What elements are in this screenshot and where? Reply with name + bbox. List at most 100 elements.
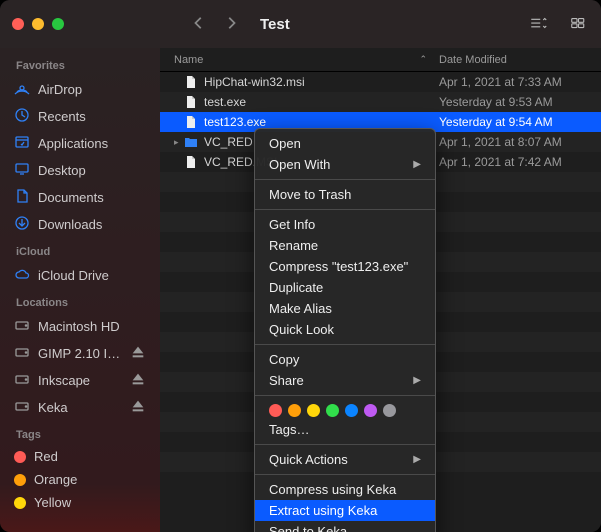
sidebar-item-desktop[interactable]: Desktop (0, 157, 160, 184)
sidebar-item-label: Recents (38, 109, 86, 124)
eject-icon[interactable] (130, 344, 146, 363)
menu-item-get-info[interactable]: Get Info (255, 214, 435, 235)
menu-item-make-alias[interactable]: Make Alias (255, 298, 435, 319)
menu-item-label: Quick Actions (269, 452, 348, 467)
menu-separator (255, 474, 435, 475)
tag-color-swatch[interactable] (307, 404, 320, 417)
sidebar-item-label: Downloads (38, 217, 102, 232)
file-icon (184, 95, 198, 109)
disk-icon (14, 344, 30, 363)
sidebar-item-recents[interactable]: Recents (0, 103, 160, 130)
menu-item-label: Share (269, 373, 304, 388)
tag-dot-icon (14, 497, 26, 509)
sidebar-item-macintosh-hd[interactable]: Macintosh HD (0, 313, 160, 340)
menu-item-label: Send to Keka (269, 524, 347, 532)
column-headers: Name ⌃ Date Modified (160, 48, 601, 72)
documents-icon (14, 188, 30, 207)
airdrop-icon (14, 80, 30, 99)
menu-item-label: Open (269, 136, 301, 151)
tag-color-swatch[interactable] (383, 404, 396, 417)
file-row[interactable]: HipChat-win32.msiApr 1, 2021 at 7:33 AM (160, 72, 601, 92)
context-menu: Open Open With▶ Move to Trash Get Info Renam… (254, 128, 436, 532)
menu-item-move-to-trash[interactable]: Move to Trash (255, 184, 435, 205)
menu-item-share[interactable]: Share ▶ (255, 370, 435, 391)
forward-button[interactable] (224, 16, 238, 33)
back-button[interactable] (192, 16, 206, 33)
menu-item-label: Quick Look (269, 322, 334, 337)
file-date: Apr 1, 2021 at 7:42 AM (439, 155, 587, 169)
icloud-icon (14, 266, 30, 285)
tag-dot-icon (14, 451, 26, 463)
sidebar-item-downloads[interactable]: Downloads (0, 211, 160, 238)
sort-indicator-icon: ⌃ (419, 54, 427, 65)
menu-item-open[interactable]: Open (255, 133, 435, 154)
menu-separator (255, 395, 435, 396)
locations-label: Locations (0, 289, 160, 313)
menu-item-label: Make Alias (269, 301, 332, 316)
sidebar-item-inkscape[interactable]: Inkscape (0, 367, 160, 394)
folder-icon (184, 135, 198, 149)
file-date: Yesterday at 9:54 AM (439, 115, 587, 129)
tag-color-swatch[interactable] (364, 404, 377, 417)
window-title: Test (260, 16, 290, 33)
menu-separator (255, 444, 435, 445)
sidebar-item-label: Desktop (38, 163, 86, 178)
nav-buttons (192, 16, 238, 33)
sidebar-item-label: GIMP 2.10 I… (38, 346, 120, 361)
sidebar-item-applications[interactable]: Applications (0, 130, 160, 157)
menu-item-send-to-keka[interactable]: Send to Keka (255, 521, 435, 532)
menu-item-extract-using-keka[interactable]: Extract using Keka (255, 500, 435, 521)
eject-icon[interactable] (130, 398, 146, 417)
eject-icon[interactable] (130, 371, 146, 390)
sidebar-item-keka[interactable]: Keka (0, 394, 160, 421)
menu-item-label: Move to Trash (269, 187, 351, 202)
minimize-window-button[interactable] (32, 18, 44, 30)
titlebar: Test (0, 0, 601, 48)
sidebar-tag-red[interactable]: Red (0, 445, 160, 468)
menu-item-compress-using-keka[interactable]: Compress using Keka (255, 479, 435, 500)
sidebar-tag-orange[interactable]: Orange (0, 468, 160, 491)
menu-item-duplicate[interactable]: Duplicate (255, 277, 435, 298)
sidebar-item-airdrop[interactable]: AirDrop (0, 76, 160, 103)
menu-item-label: Tags… (269, 422, 309, 437)
tag-color-swatch[interactable] (326, 404, 339, 417)
sidebar-item-documents[interactable]: Documents (0, 184, 160, 211)
menu-separator (255, 179, 435, 180)
menu-item-quick-actions[interactable]: Quick Actions▶ (255, 449, 435, 470)
sidebar-item-label: Keka (38, 400, 68, 415)
menu-item-label: Rename (269, 238, 318, 253)
file-row[interactable]: test.exeYesterday at 9:53 AM (160, 92, 601, 112)
menu-item-label: Compress using Keka (269, 482, 396, 497)
sidebar-item-gimp-2-10-i-[interactable]: GIMP 2.10 I… (0, 340, 160, 367)
sidebar-item-icloud-drive[interactable]: iCloud Drive (0, 262, 160, 289)
submenu-arrow-icon: ▶ (413, 375, 421, 386)
sidebar-item-label: Yellow (34, 495, 71, 510)
column-name[interactable]: Name (174, 54, 419, 66)
view-options-button[interactable] (529, 16, 547, 33)
zoom-window-button[interactable] (52, 18, 64, 30)
tag-colors-row (255, 400, 435, 419)
menu-item-copy[interactable]: Copy (255, 349, 435, 370)
disclosure-triangle-icon[interactable]: ▸ (174, 137, 184, 148)
sidebar-tag-yellow[interactable]: Yellow (0, 491, 160, 514)
menu-item-label: Compress "test123.exe" (269, 259, 408, 274)
menu-item-open-with[interactable]: Open With▶ (255, 154, 435, 175)
tag-color-swatch[interactable] (288, 404, 301, 417)
menu-item-quick-look[interactable]: Quick Look (255, 319, 435, 340)
column-date[interactable]: Date Modified (439, 54, 587, 66)
menu-item-rename[interactable]: Rename (255, 235, 435, 256)
tag-color-swatch[interactable] (269, 404, 282, 417)
toolbar-more-button[interactable] (571, 16, 589, 33)
menu-item-tags[interactable]: Tags… (255, 419, 435, 440)
menu-item-label: Copy (269, 352, 299, 367)
sidebar-item-label: AirDrop (38, 82, 82, 97)
menu-separator (255, 344, 435, 345)
close-window-button[interactable] (12, 18, 24, 30)
apps-icon (14, 134, 30, 153)
file-name: test.exe (204, 95, 439, 109)
sidebar-item-label: Inkscape (38, 373, 90, 388)
file-date: Apr 1, 2021 at 8:07 AM (439, 135, 587, 149)
disk-icon (14, 371, 30, 390)
tag-color-swatch[interactable] (345, 404, 358, 417)
menu-item-compress-test123-exe[interactable]: Compress "test123.exe" (255, 256, 435, 277)
